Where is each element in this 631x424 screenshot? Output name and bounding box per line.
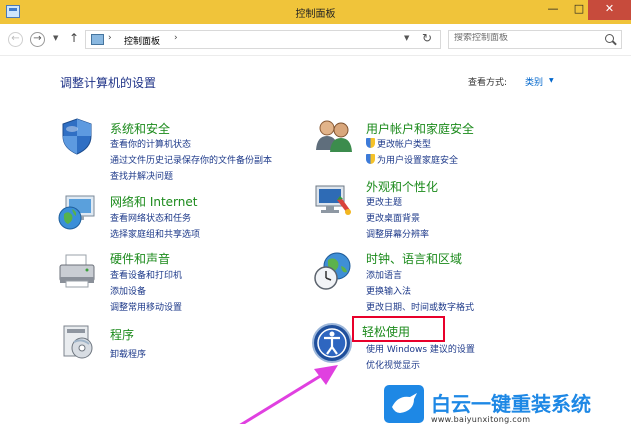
title-bar: 控制面板 — □ ✕ [0, 0, 631, 24]
breadcrumb[interactable]: › 控制面板 › ▼ ↻ [85, 30, 441, 49]
clock-globe-icon[interactable] [313, 250, 353, 290]
address-bar: ← → ▼ ↑ › 控制面板 › ▼ ↻ [0, 24, 631, 56]
link-homegroup-sharing[interactable]: 选择家庭组和共享选项 [110, 227, 200, 240]
link-change-date-time-format[interactable]: 更改日期、时间或数字格式 [366, 300, 474, 313]
close-button[interactable]: ✕ [588, 0, 631, 20]
link-adjust-resolution[interactable]: 调整屏幕分辨率 [366, 227, 429, 240]
users-icon[interactable] [313, 116, 353, 156]
view-by-label: 查看方式: [468, 78, 508, 88]
view-by-dropdown[interactable]: 类别 [525, 75, 543, 88]
ease-of-access-icon[interactable] [311, 322, 352, 363]
link-family-safety[interactable]: 为用户设置家庭安全 [366, 153, 458, 166]
link-devices-printers[interactable]: 查看设备和打印机 [110, 268, 182, 281]
link-add-device[interactable]: 添加设备 [110, 284, 146, 297]
refresh-icon[interactable]: ↻ [422, 31, 432, 45]
control-panel-window: ← → ▼ ↑ › 控制面板 › ▼ ↻ 调整计算机的设置 查看方式: 类别 ▼… [0, 24, 631, 424]
forward-button[interactable]: → [30, 32, 45, 47]
category-title-hardware-sound[interactable]: 硬件和声音 [110, 250, 170, 267]
uac-shield-icon [366, 154, 375, 164]
globe-network-icon[interactable] [56, 192, 96, 232]
link-change-account-type[interactable]: 更改帐户类型 [366, 137, 431, 150]
link-optimize-visual-display[interactable]: 优化视觉显示 [366, 358, 420, 371]
annotation-arrow-icon [239, 365, 338, 424]
link-file-history-backup[interactable]: 通过文件历史记录保存你的文件备份副本 [110, 153, 272, 166]
category-title-appearance[interactable]: 外观和个性化 [366, 178, 438, 195]
link-add-language[interactable]: 添加语言 [366, 268, 402, 281]
search-input[interactable] [454, 33, 594, 43]
recent-locations-dropdown[interactable]: ▼ [53, 34, 58, 42]
window-title: 控制面板 [295, 9, 336, 20]
address-dropdown-button[interactable]: ▼ [404, 34, 409, 42]
category-title-clock-language[interactable]: 时钟、语言和区域 [366, 250, 462, 267]
link-change-desktop-background[interactable]: 更改桌面背景 [366, 211, 420, 224]
page-title: 调整计算机的设置 [60, 76, 157, 90]
link-network-status[interactable]: 查看网络状态和任务 [110, 211, 191, 224]
breadcrumb-separator[interactable]: › [108, 33, 112, 43]
link-troubleshoot[interactable]: 查找并解决问题 [110, 169, 173, 182]
uac-shield-icon [366, 138, 375, 148]
control-panel-small-icon [91, 34, 104, 45]
shield-flag-icon[interactable] [57, 116, 97, 156]
link-mobility-settings[interactable]: 调整常用移动设置 [110, 300, 182, 313]
category-title-programs[interactable]: 程序 [110, 326, 134, 343]
search-box[interactable] [448, 30, 622, 49]
link-change-account-type-label[interactable]: 更改帐户类型 [377, 140, 431, 150]
link-family-safety-label[interactable]: 为用户设置家庭安全 [377, 156, 458, 166]
search-icon[interactable] [605, 34, 614, 43]
watermark-url: www.baiyunxitong.com [431, 415, 531, 424]
link-uninstall-program[interactable]: 卸载程序 [110, 347, 146, 360]
programs-icon[interactable] [58, 322, 98, 362]
category-title-network-internet[interactable]: 网络和 Internet [110, 193, 197, 210]
link-change-theme[interactable]: 更改主题 [366, 195, 402, 208]
category-title-system-security[interactable]: 系统和安全 [110, 120, 170, 137]
category-title-user-accounts[interactable]: 用户帐户和家庭安全 [366, 120, 474, 137]
up-button[interactable]: ↑ [69, 31, 79, 45]
watermark-brand-name: 白云一键重装系统 [431, 392, 591, 416]
link-recommended-settings[interactable]: 使用 Windows 建议的设置 [366, 342, 475, 355]
link-change-input-method[interactable]: 更换输入法 [366, 284, 411, 297]
link-view-computer-status[interactable]: 查看你的计算机状态 [110, 137, 191, 150]
back-button[interactable]: ← [8, 32, 23, 47]
bird-logo-icon [384, 385, 424, 423]
annotation-highlight-box [352, 316, 445, 342]
chevron-down-icon[interactable]: ▼ [549, 77, 554, 84]
breadcrumb-separator[interactable]: › [174, 33, 178, 43]
breadcrumb-item-control-panel[interactable]: 控制面板 [124, 34, 160, 47]
printer-icon[interactable] [56, 251, 96, 291]
appearance-icon[interactable] [312, 180, 352, 220]
